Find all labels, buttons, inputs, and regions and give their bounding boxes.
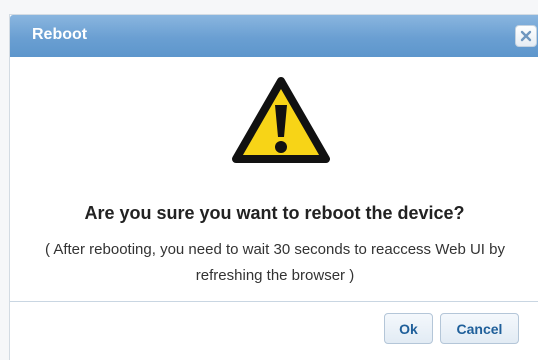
reboot-note: ( After rebooting, you need to wait 30 s… bbox=[45, 241, 505, 284]
ok-button[interactable]: Ok bbox=[384, 313, 433, 344]
close-button[interactable] bbox=[515, 25, 537, 47]
warning-icon bbox=[232, 77, 330, 163]
cancel-button[interactable]: Cancel bbox=[440, 313, 519, 344]
confirm-question: Are you sure you want to reboot the devi… bbox=[84, 203, 465, 223]
dialog-titlebar: Reboot bbox=[10, 15, 538, 57]
close-icon bbox=[520, 30, 532, 42]
dialog-title: Reboot bbox=[32, 26, 88, 43]
reboot-dialog: Reboot Are you sure you want to reboot t… bbox=[9, 14, 538, 360]
footer-divider bbox=[10, 301, 538, 302]
